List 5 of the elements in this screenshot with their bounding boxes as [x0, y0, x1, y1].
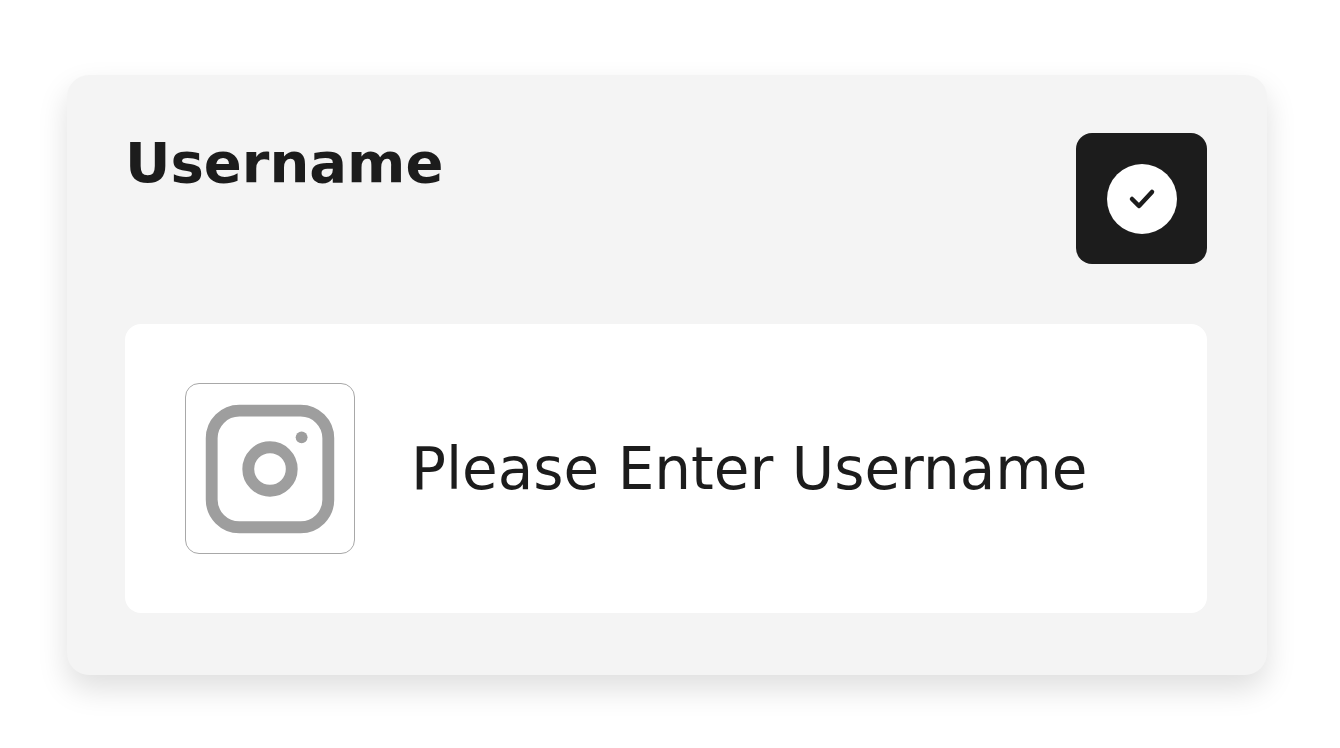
- confirm-button[interactable]: [1076, 133, 1207, 264]
- input-field[interactable]: Please Enter Username: [411, 434, 1167, 503]
- check-icon: [1106, 163, 1177, 234]
- camera-icon: [185, 383, 355, 554]
- field-label: Username: [125, 135, 444, 191]
